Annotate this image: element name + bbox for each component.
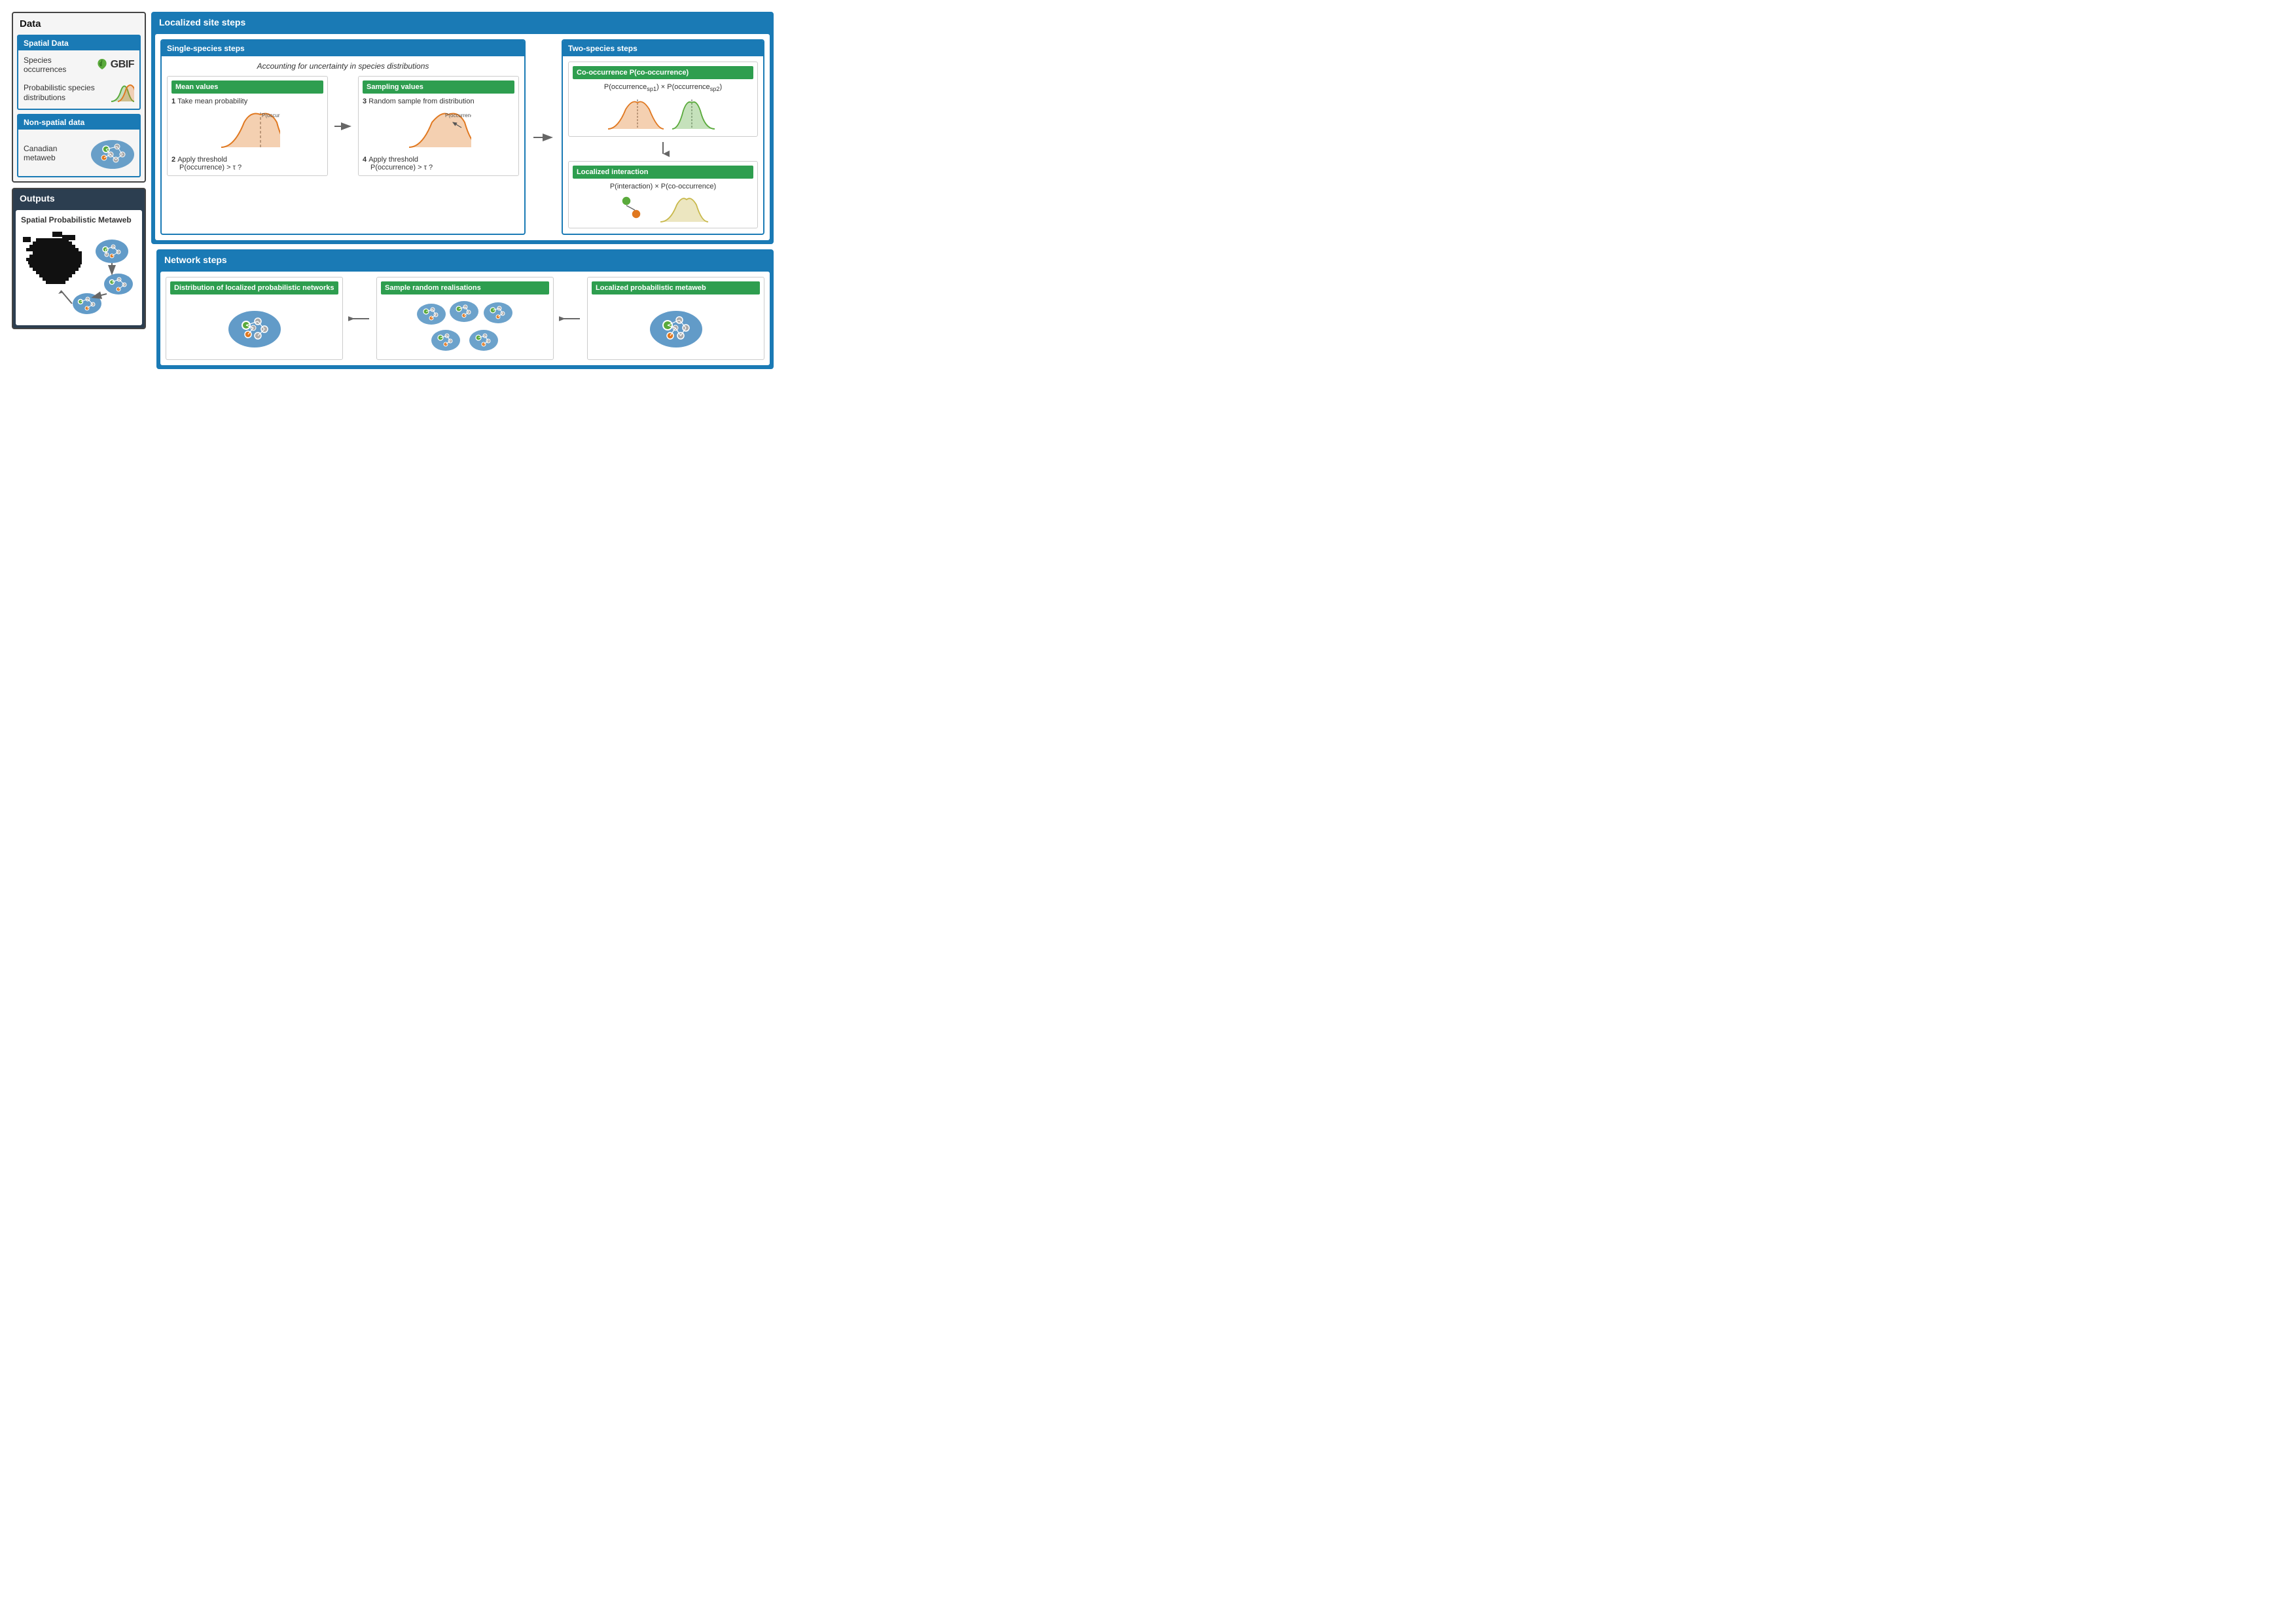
cooccurrence-box: Co-occurrence P(co-occurrence) P(occurre… [568, 62, 758, 137]
interaction-curve [657, 194, 709, 224]
network-steps-header: Network steps [158, 251, 772, 269]
network-steps-panel: Network steps Distribution of localized … [156, 249, 774, 369]
species-occurrences-label: Species occurrences [24, 56, 95, 74]
localized-site-panel: Localized site steps Single-species step… [151, 12, 774, 244]
localized-interaction-box: Localized interaction P(interaction) × P… [568, 161, 758, 228]
canada-map-svg [22, 228, 136, 320]
cooccurrence-curve2 [669, 96, 721, 132]
svg-text:P(occurrence): P(occurrence) [262, 113, 280, 118]
probabilistic-distributions-label: Probabilistic species distributions [24, 83, 108, 103]
localized-interaction-formula: P(interaction) × P(co-occurrence) [573, 183, 753, 190]
accounting-text: Accounting for uncertainty in species di… [167, 62, 519, 71]
sample-random-header: Sample random realisations [381, 281, 549, 294]
metaweb-network-icon [90, 135, 134, 171]
cooccurrence-header: Co-occurrence P(co-occurrence) [573, 66, 753, 79]
sample-networks-diagram [413, 300, 518, 355]
sampling-values-box: Sampling values 3 Random sample from dis… [358, 76, 519, 176]
localized-site-header: Localized site steps [152, 13, 772, 31]
arrow-right-1 [333, 120, 353, 133]
sample-random-box: Sample random realisations [376, 277, 554, 360]
svg-text:P(occurrence): P(occurrence) [445, 113, 471, 118]
localized-prob-metaweb-box: Localized probabilistic metaweb [587, 277, 764, 360]
dist-network-diagram [225, 302, 284, 351]
outputs-title: Outputs [13, 189, 145, 207]
two-species-header: Two-species steps [563, 41, 763, 56]
spatial-data-header: Spatial Data [18, 36, 139, 50]
step4-label: Apply threshold [368, 156, 418, 164]
step3-number: 3 [363, 98, 368, 105]
probabilistic-distributions-item: Probabilistic species distributions [24, 80, 134, 103]
data-panel: Data Spatial Data Species occurrences [12, 12, 146, 183]
arrow-down-1 [656, 141, 670, 157]
spatial-probabilistic-metaweb-label: Spatial Probabilistic Metaweb [21, 215, 137, 224]
spatial-data-section: Spatial Data Species occurrences [17, 35, 141, 110]
gbif-text: GBIF [111, 59, 134, 71]
formula2-text: P(occurrence) > τ ? [179, 164, 323, 171]
step2-number: 2 [171, 156, 177, 164]
nonspatial-data-header: Non-spatial data [18, 115, 139, 130]
dist-localized-box: Distribution of localized probabilistic … [166, 277, 343, 360]
localized-metaweb-diagram [647, 302, 706, 351]
two-species-panel: Two-species steps Co-occurrence P(co-occ… [562, 39, 764, 235]
canadian-metaweb-label: Canadian metaweb [24, 144, 90, 162]
step4-number: 4 [363, 156, 368, 164]
cooccurrence-curve1 [605, 96, 664, 132]
gbif-logo: GBIF [95, 58, 134, 72]
mean-values-box: Mean values 1 Take mean probability [167, 76, 328, 176]
nonspatial-data-section: Non-spatial data Canadian metaweb [17, 114, 141, 177]
mean-values-header: Mean values [171, 80, 323, 94]
arrow-to-two-species [532, 131, 555, 144]
sampling-values-header: Sampling values [363, 80, 514, 94]
localized-interaction-header: Localized interaction [573, 166, 753, 179]
step1-number: 1 [171, 98, 177, 105]
arrow-left-2 [348, 312, 371, 325]
outputs-panel: Outputs Spatial Probabilistic Metaweb [12, 188, 146, 329]
arrow-left-3 [559, 312, 582, 325]
single-species-header: Single-species steps [162, 41, 524, 56]
step1-label: Take mean probability [177, 98, 247, 105]
interaction-nodes [617, 194, 649, 224]
cooccurrence-formula: P(occurrencesp1) × P(occurrencesp2) [573, 83, 753, 92]
mean-values-curve: P(occurrence) [215, 109, 280, 152]
outputs-diagram [21, 228, 137, 320]
step3-label: Random sample from distribution [368, 98, 474, 105]
dist-localized-header: Distribution of localized probabilistic … [170, 281, 338, 294]
localized-prob-metaweb-header: Localized probabilistic metaweb [592, 281, 760, 294]
formula4-text: P(occurrence) > τ ? [370, 164, 514, 171]
sampling-values-curve: P(occurrence) [406, 109, 471, 152]
distributions-chart [108, 80, 134, 103]
single-species-panel: Single-species steps Accounting for unce… [160, 39, 526, 235]
gbif-leaf-icon [95, 58, 109, 72]
step2-label: Apply threshold [177, 156, 227, 164]
species-occurrences-item: Species occurrences GBIF [24, 56, 134, 74]
data-panel-title: Data [13, 13, 145, 35]
